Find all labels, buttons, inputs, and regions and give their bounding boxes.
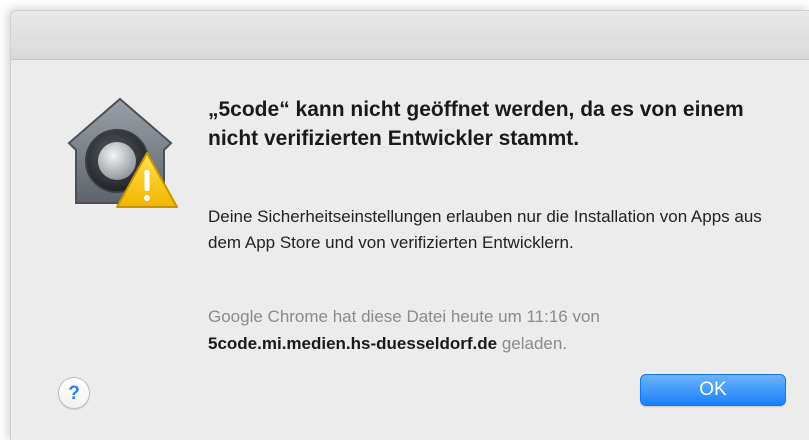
source-prefix: Google Chrome hat diese Datei heute um 1… <box>208 307 600 326</box>
screen: „5code“ kann nicht geöffnet werden, da e… <box>0 0 809 440</box>
dialog-titlebar[interactable] <box>11 11 809 60</box>
ok-button[interactable]: OK <box>640 374 786 406</box>
source-domain: 5code.mi.medien.hs-duesseldorf.de <box>208 334 498 353</box>
alert-info-text: Deine Sicherheitseinstellungen erlauben … <box>208 207 762 252</box>
download-source-text: Google Chrome hat diese Datei heute um 1… <box>208 303 788 357</box>
alert-headline: „5code“ kann nicht geöffnet werden, da e… <box>208 98 744 150</box>
gatekeeper-lock-house-icon <box>67 97 178 208</box>
source-suffix: geladen. <box>501 334 568 353</box>
security-alert-dialog: „5code“ kann nicht geöffnet werden, da e… <box>10 10 809 440</box>
help-button[interactable]: ? <box>58 377 90 409</box>
